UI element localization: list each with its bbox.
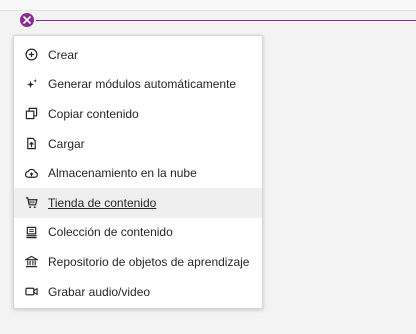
- content-card-edge: [0, 0, 416, 11]
- menu-item-generar-modulos[interactable]: Generar módulos automáticamente: [14, 70, 262, 100]
- add-content-menu: Crear Generar módulos automáticamente Co…: [13, 35, 263, 309]
- video-camera-icon: [24, 285, 38, 299]
- menu-item-label: Repositorio de objetos de aprendizaje: [48, 254, 250, 269]
- upload-icon: [24, 137, 38, 151]
- menu-item-label: Colección de contenido: [48, 225, 173, 240]
- collection-icon: [24, 225, 38, 239]
- menu-item-label: Tienda de contenido: [48, 195, 157, 210]
- cart-icon: [24, 196, 38, 210]
- page: Crear Generar módulos automáticamente Co…: [0, 0, 416, 334]
- add-content-toggle-button[interactable]: [20, 13, 34, 27]
- sparkle-icon: [24, 77, 38, 91]
- menu-item-repositorio-objetos[interactable]: Repositorio de objetos de aprendizaje: [14, 247, 262, 277]
- cloud-upload-icon: [24, 166, 38, 180]
- menu-item-cargar[interactable]: Cargar: [14, 129, 262, 159]
- menu-item-coleccion-contenido[interactable]: Colección de contenido: [14, 218, 262, 248]
- close-icon: [23, 16, 31, 24]
- menu-item-label: Crear: [48, 47, 79, 62]
- plus-circle-icon: [24, 48, 38, 62]
- copy-icon: [24, 107, 38, 121]
- menu-item-label: Cargar: [48, 136, 85, 151]
- menu-item-copiar-contenido[interactable]: Copiar contenido: [14, 99, 262, 129]
- menu-item-label: Grabar audio/video: [48, 284, 151, 299]
- menu-item-tienda-contenido[interactable]: Tienda de contenido: [14, 187, 262, 218]
- menu-item-crear[interactable]: Crear: [14, 40, 262, 70]
- menu-item-label: Almacenamiento en la nube: [48, 166, 197, 181]
- insert-divider-line: [36, 20, 416, 21]
- menu-item-grabar-audio-video[interactable]: Grabar audio/video: [14, 277, 262, 307]
- menu-item-label: Generar módulos automáticamente: [48, 77, 237, 92]
- menu-item-label: Copiar contenido: [48, 106, 139, 121]
- menu-item-almacenamiento-nube[interactable]: Almacenamiento en la nube: [14, 158, 262, 188]
- institution-icon: [24, 255, 38, 269]
